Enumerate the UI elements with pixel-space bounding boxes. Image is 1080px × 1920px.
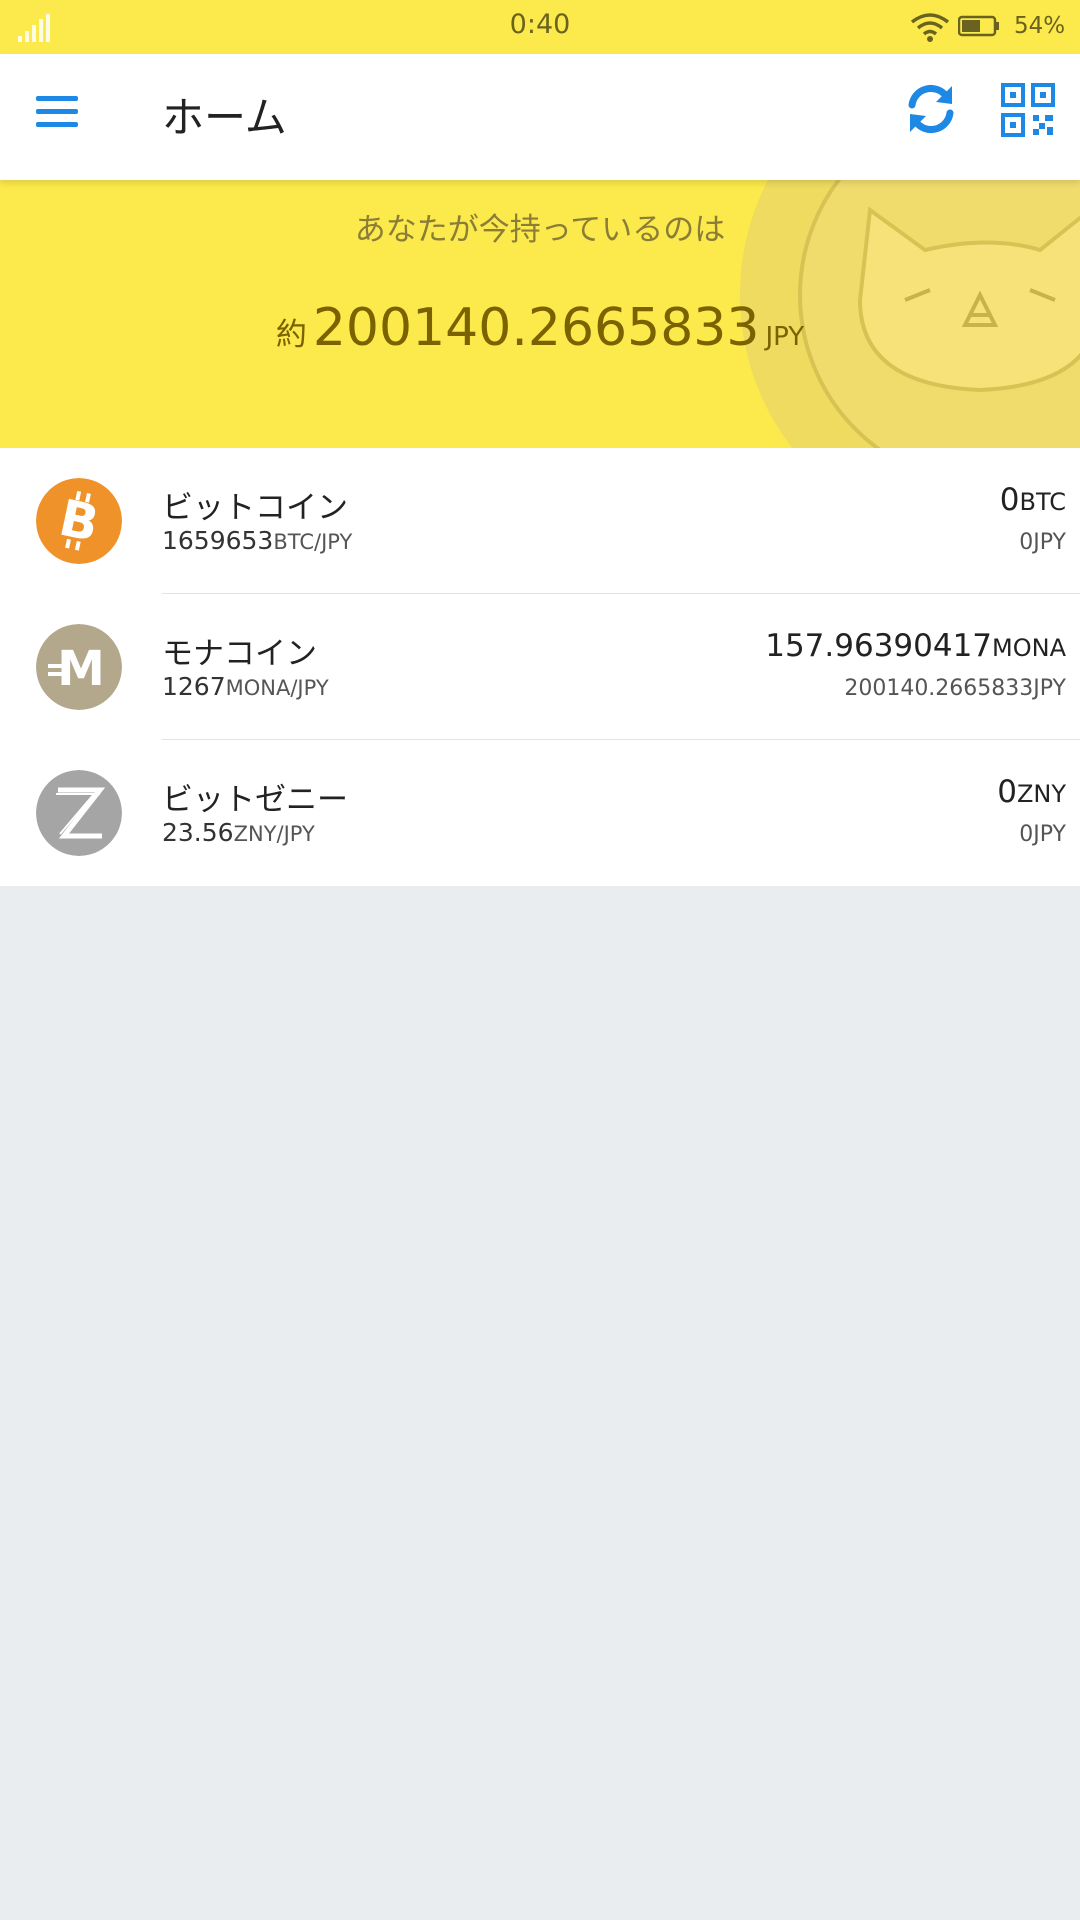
list-item-bitzeny[interactable]: ビットゼニー 23.56ZNY/JPY 0ZNY 0JPY [0,740,1080,886]
banner-caption: あなたが今持っているのは [354,212,726,248]
coin-balance: 157.96390417MONA [765,628,1066,664]
svg-text:M: M [57,641,105,697]
rate-value: 23.56 [162,818,234,847]
monacoin-icon: M [36,624,122,710]
list-item-monacoin[interactable]: M モナコイン 1267MONA/JPY 157.96390417MONA 20… [0,594,1080,740]
battery-icon [958,15,999,37]
rate-pair: ZNY/JPY [233,822,315,846]
coin-rate: 23.56ZNY/JPY [162,818,315,847]
coin-name: ビットゼニー [162,782,348,818]
coin-balance: 0BTC [1000,482,1066,518]
balance-symbol: MONA [992,634,1066,662]
coin-rate: 1659653BTC/JPY [162,526,352,555]
bitzeny-icon [36,770,122,856]
coin-jpy-value: 0JPY [1019,822,1066,847]
balance-symbol: ZNY [1016,780,1066,808]
approx-label: 約 [275,317,307,353]
total-balance: 約 200140.2665833 JPY [0,298,1080,358]
menu-icon[interactable] [20,76,94,150]
rate-pair: MONA/JPY [225,676,329,700]
list-item-bitcoin[interactable]: B ビットコイン 1659653BTC/JPY 0BTC 0JPY [0,448,1080,594]
refresh-icon[interactable] [900,78,962,140]
qr-code-icon[interactable] [1000,82,1056,138]
balance-value: 0 [997,774,1017,810]
coin-list: B ビットコイン 1659653BTC/JPY 0BTC 0JPY M モナコイ… [0,448,1080,886]
total-amount: 200140.2665833 [312,298,760,358]
rate-value: 1267 [162,672,226,701]
bitcoin-icon: B [36,478,122,564]
balance-value: 0 [999,482,1020,518]
rate-value: 1659653 [162,526,274,555]
app-toolbar: ホーム [0,54,1080,180]
balance-value: 157.96390417 [765,628,993,664]
page-title: ホーム [162,93,287,142]
coin-jpy-value: 200140.2665833JPY [844,676,1066,701]
battery-percent: 54% [1014,13,1066,39]
balance-banner: あなたが今持っているのは 約 200140.2665833 JPY [0,180,1080,448]
coin-name: モナコイン [162,636,317,672]
status-bar: 0:40 54% [0,0,1080,54]
rate-pair: BTC/JPY [273,530,353,554]
coin-name: ビットコイン [162,490,348,526]
coin-balance: 0ZNY [997,774,1066,810]
coin-rate: 1267MONA/JPY [162,672,329,701]
wifi-icon [910,13,950,42]
coin-jpy-value: 0JPY [1019,530,1066,555]
balance-symbol: BTC [1019,488,1066,516]
total-unit: JPY [765,322,805,352]
